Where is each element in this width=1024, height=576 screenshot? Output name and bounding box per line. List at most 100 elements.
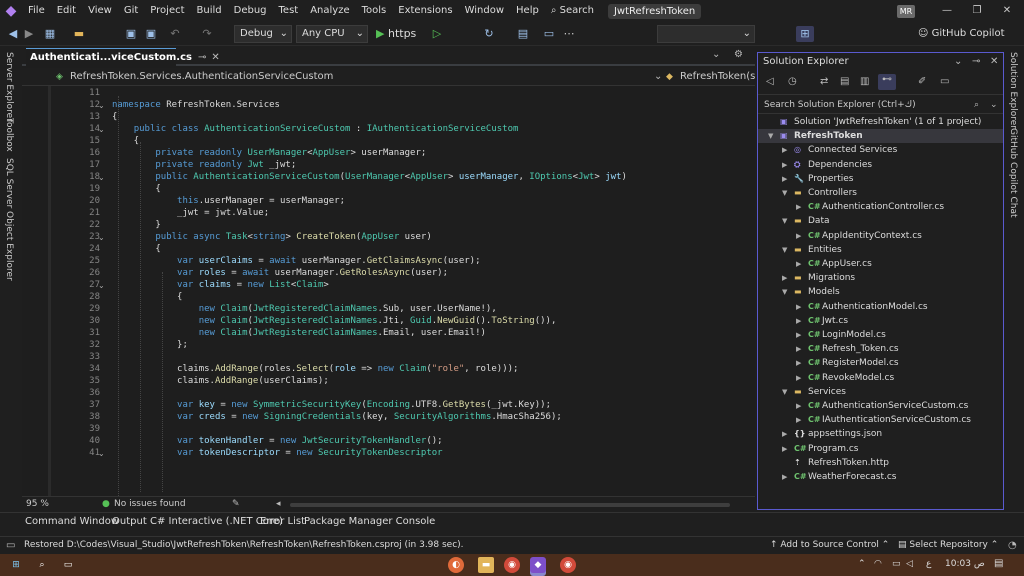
fold-chevron-down-icon[interactable]: ⌄ [98, 101, 105, 110]
menu-analyze[interactable]: Analyze [304, 0, 355, 22]
chevron-down-icon[interactable]: ⌄ [654, 68, 662, 86]
zoom-level[interactable]: 95 % [26, 497, 49, 512]
tab-authentication-service-custom[interactable]: Authenticati...viceCustom.cs ⊸ ✕ [26, 48, 220, 66]
wifi-icon[interactable]: ◠ [874, 559, 882, 569]
menu-tools[interactable]: Tools [356, 0, 393, 22]
notification-center-icon[interactable]: ▤ [994, 558, 1003, 569]
menu-window[interactable]: Window [459, 0, 510, 22]
collapsed-arrow-icon[interactable]: ▶ [796, 328, 808, 342]
tree-item[interactable]: ▶ C#AppUser.cs [796, 257, 872, 271]
solution-explorer-tab[interactable]: Solution Explorer [1008, 52, 1018, 129]
fold-chevron-down-icon[interactable]: ⌄ [98, 233, 105, 242]
collapsed-arrow-icon[interactable]: ▶ [796, 314, 808, 328]
collapsed-arrow-icon[interactable]: ▶ [796, 300, 808, 314]
back-icon[interactable]: ◁ [766, 76, 774, 87]
tree-item[interactable]: ▶ C#AppIdentityContext.cs [796, 229, 922, 243]
tab-package-manager-console[interactable]: Package Manager Console [304, 516, 435, 527]
github-copilot-chat-tab[interactable]: GitHub Copilot Chat [1008, 128, 1018, 217]
close-icon[interactable]: ✕ [990, 53, 998, 70]
save-icon[interactable]: ▣ [124, 26, 138, 42]
tree-item[interactable]: ▶ C#AuthenticationModel.cs [796, 300, 928, 314]
open-folder-icon[interactable]: ▬ [72, 26, 86, 42]
battery-icon[interactable]: ▭ [892, 559, 901, 569]
fold-chevron-down-icon[interactable]: ⌄ [98, 281, 105, 290]
issues-status[interactable]: No issues found [114, 497, 186, 512]
close-icon[interactable]: ✕ [211, 52, 219, 63]
collapsed-arrow-icon[interactable]: ▶ [796, 342, 808, 356]
history-icon[interactable]: ◷ [788, 76, 797, 87]
expanded-arrow-icon[interactable]: ▼ [782, 385, 794, 399]
file-explorer-icon[interactable]: ▬ [478, 557, 494, 573]
solution-explorer-search[interactable]: Search Solution Explorer (Ctrl+ك) ⌕ ⌄ [758, 96, 1003, 114]
tab-output[interactable]: Output [112, 516, 147, 527]
nav-type-select[interactable]: RefreshToken.Services.AuthenticationServ… [70, 68, 333, 86]
tree-item[interactable]: ▶ C#WeatherForecast.cs [782, 470, 896, 484]
server-explorer-tab[interactable]: Server Explorer [4, 52, 14, 122]
collapsed-arrow-icon[interactable]: ▶ [782, 158, 794, 172]
tree-item[interactable]: ▶ C#RegisterModel.cs [796, 356, 899, 370]
undo-icon[interactable]: ↶ [168, 26, 182, 42]
collapsed-arrow-icon[interactable]: ▶ [796, 257, 808, 271]
tree-item[interactable]: ▼ ▬ Models [782, 285, 840, 299]
chevron-down-icon[interactable]: ⌄ [990, 96, 998, 114]
tree-item[interactable]: ▶ 🔧 Properties [782, 172, 853, 186]
tree-item[interactable]: ▼ ▣ RefreshToken [758, 129, 1003, 144]
preview-icon[interactable]: ▭ [940, 76, 949, 87]
tree-item[interactable]: ▶ C#Refresh_Token.cs [796, 342, 899, 356]
save-all-icon[interactable]: ▣ [144, 26, 158, 42]
tree-item[interactable]: ▶ C#RevokeModel.cs [796, 371, 894, 385]
tree-item[interactable]: ▶ C#AuthenticationController.cs [796, 200, 944, 214]
close-window-button[interactable]: ✕ [992, 0, 1022, 22]
collapsed-arrow-icon[interactable]: ▶ [782, 143, 794, 157]
properties-wrench-icon[interactable]: ✐ [918, 76, 926, 87]
tree-item[interactable]: ▶ ▬ Migrations [782, 271, 855, 285]
tree-item[interactable]: ▼ ▬ Data [782, 214, 830, 228]
tab-command-window[interactable]: Command Window [25, 516, 119, 527]
more-icon[interactable]: ⋯ [562, 26, 576, 42]
task-view-icon[interactable]: ▭ [60, 557, 76, 573]
search-icon[interactable]: ⌕ [34, 557, 50, 573]
tree-item[interactable]: ▶ C#Jwt.cs [796, 314, 848, 328]
menu-test[interactable]: Test [273, 0, 305, 22]
fold-chevron-down-icon[interactable]: ⌄ [98, 125, 105, 134]
code-area[interactable]: 11 12 ⌄ namespace RefreshToken.Services 13{1… [22, 86, 755, 496]
target-select[interactable]: ⌄ [657, 25, 755, 43]
forward-icon[interactable]: ▶ [22, 26, 36, 42]
output-window-icon[interactable]: ▭ [6, 537, 15, 554]
collapsed-arrow-icon[interactable]: ▶ [796, 399, 808, 413]
collapsed-arrow-icon[interactable]: ▶ [796, 413, 808, 427]
tree-item[interactable]: ▶ C#Program.cs [782, 442, 858, 456]
clock[interactable]: 10:03 ص [945, 559, 985, 569]
collapsed-arrow-icon[interactable]: ▶ [782, 427, 794, 441]
restore-button[interactable]: ❐ [962, 0, 992, 22]
collapse-all-icon[interactable]: ▤ [840, 76, 849, 87]
windows-start-icon[interactable]: ⊞ [8, 557, 24, 573]
menu-view[interactable]: View [82, 0, 118, 22]
minimize-button[interactable]: — [932, 0, 962, 22]
collapsed-arrow-icon[interactable]: ▶ [796, 356, 808, 370]
redo-icon[interactable]: ↷ [200, 26, 214, 42]
expanded-arrow-icon[interactable]: ▼ [782, 243, 794, 257]
avatar[interactable]: MR [897, 5, 915, 18]
menu-project[interactable]: Project [144, 0, 190, 22]
fold-chevron-down-icon[interactable]: ⌄ [98, 173, 105, 182]
menu-edit[interactable]: Edit [51, 0, 82, 22]
input-language[interactable]: ع [926, 559, 931, 569]
run-button[interactable]: ▶ https [376, 26, 422, 42]
collapsed-arrow-icon[interactable]: ▶ [796, 371, 808, 385]
search-button[interactable]: ⌕ Search [545, 0, 600, 22]
back-icon[interactable]: ◀ [6, 26, 20, 42]
browser-icon[interactable]: ▤ [516, 26, 530, 42]
tab-list-chevron-down-icon[interactable]: ⌄ [712, 49, 720, 60]
tree-item[interactable]: ▶ C#IAuthenticationServiceCustom.cs [796, 413, 971, 427]
tree-item[interactable]: ▣ Solution 'JwtRefreshToken' (1 of 1 proj… [768, 115, 981, 129]
tree-item[interactable]: ▶ C#LoginModel.cs [796, 328, 886, 342]
pin-icon[interactable]: ⊸ [198, 52, 206, 63]
tree-item[interactable]: ▶{} appsettings.json [782, 427, 882, 441]
tree-item[interactable]: ▼ ▬ Services [782, 385, 846, 399]
collapsed-arrow-icon[interactable]: ▶ [782, 442, 794, 456]
tree-item[interactable]: ⇡ RefreshToken.http [782, 456, 889, 470]
nav-member-select[interactable]: RefreshToken(strin [680, 68, 755, 86]
menu-help[interactable]: Help [510, 0, 545, 22]
expanded-arrow-icon[interactable]: ▼ [782, 214, 794, 228]
